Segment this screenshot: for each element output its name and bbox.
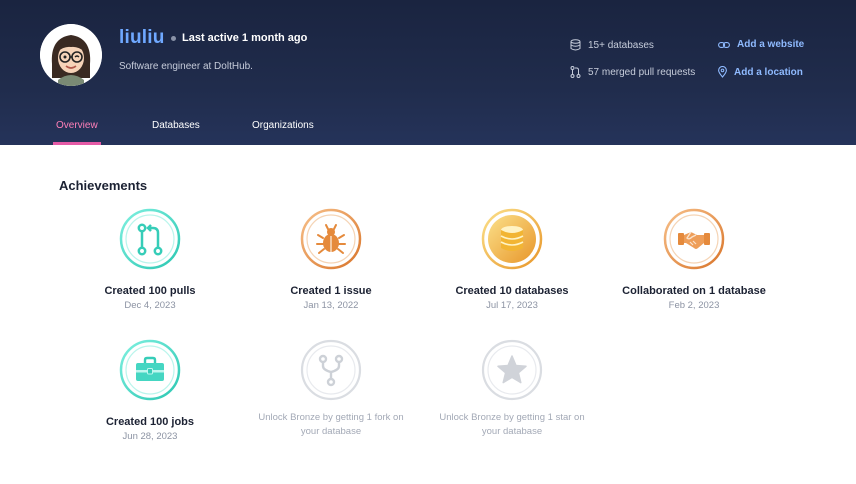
achievement-locked-text: Unlock Bronze by getting 1 fork on your … — [258, 412, 404, 437]
achievement-date: Feb 2, 2023 — [668, 300, 720, 311]
achievements-heading: Achievements — [59, 178, 148, 193]
bio: Software engineer at DoltHub. — [119, 61, 253, 72]
tab-overview[interactable]: Overview — [56, 120, 98, 131]
avatar[interactable] — [40, 24, 102, 86]
add-location-link[interactable]: Add a location — [718, 66, 803, 78]
stat-pulls-label: 57 merged pull requests — [588, 66, 696, 78]
achievement-title: Created 1 issue — [290, 285, 372, 297]
achievement-date: Jul 17, 2023 — [486, 300, 538, 311]
achievement-created-databases: Created 10 databases Jul 17, 2023 — [417, 208, 607, 311]
avatar-illustration-icon — [40, 24, 102, 86]
handshake-icon — [663, 208, 725, 270]
status-dot — [171, 36, 176, 41]
profile-header: liuliu Last active 1 month ago Software … — [0, 0, 856, 145]
achievement-title: Created 100 pulls — [104, 285, 196, 297]
add-website-label: Add a website — [737, 39, 805, 50]
active-tab-indicator — [53, 142, 101, 145]
database-icon — [570, 39, 581, 51]
database-icon — [481, 208, 543, 270]
achievement-created-jobs: Created 100 jobs Jun 28, 2023 — [55, 339, 245, 442]
achievement-created-pulls: Created 100 pulls Dec 4, 2023 — [55, 208, 245, 311]
achievement-locked-star: Unlock Bronze by getting 1 star on your … — [417, 339, 607, 439]
add-location-label: Add a location — [734, 66, 803, 78]
bug-icon — [300, 208, 362, 270]
stat-databases: 15+ databases — [570, 39, 654, 51]
toolbox-icon — [119, 339, 181, 401]
stat-pulls: 57 merged pull requests — [570, 66, 695, 78]
achievement-created-issue: Created 1 issue Jan 13, 2022 — [236, 208, 426, 311]
stat-databases-label: 15+ databases — [588, 39, 654, 51]
tab-organizations[interactable]: Organizations — [252, 120, 314, 131]
achievement-title: Collaborated on 1 database — [622, 285, 766, 297]
achievement-locked-fork: Unlock Bronze by getting 1 fork on your … — [236, 339, 426, 439]
achievement-collaborated: Collaborated on 1 database Feb 2, 2023 — [599, 208, 789, 311]
achievement-date: Jan 13, 2022 — [303, 300, 359, 311]
pull-request-icon — [119, 208, 181, 270]
fork-icon — [300, 339, 362, 401]
last-active: Last active 1 month ago — [182, 32, 308, 44]
link-icon — [718, 41, 730, 48]
tab-databases[interactable]: Databases — [152, 120, 200, 131]
add-website-link[interactable]: Add a website — [718, 39, 804, 50]
achievement-title: Created 10 databases — [455, 285, 569, 297]
achievement-title: Created 100 jobs — [105, 416, 195, 428]
star-icon — [481, 339, 543, 401]
pull-request-icon — [570, 66, 581, 78]
location-pin-icon — [718, 66, 727, 78]
achievement-date: Jun 28, 2023 — [122, 431, 178, 442]
achievement-locked-text: Unlock Bronze by getting 1 star on your … — [439, 412, 585, 437]
achievement-date: Dec 4, 2023 — [124, 300, 176, 311]
username: liuliu — [119, 27, 165, 48]
